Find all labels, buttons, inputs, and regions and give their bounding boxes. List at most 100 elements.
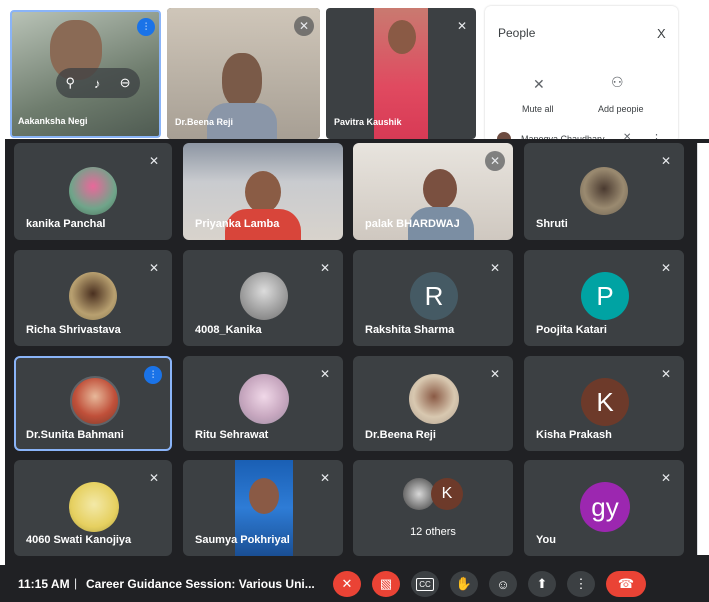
captions-icon: CC [416,577,434,591]
participant-tile-kanika-panchal[interactable]: ✕ kanika Panchal [14,143,172,240]
muted-mic-icon: ✕ [489,367,501,381]
participant-name: Kisha Prakash [536,429,612,441]
participant-photo [239,374,289,424]
participant-photo [240,272,288,320]
raise-hand-button[interactable]: ✋ [450,571,478,597]
muted-mic-icon: ✕ [319,471,331,485]
mic-icon[interactable]: ♪ [94,76,101,91]
participant-tile-beena-top[interactable]: ✕ Dr.Beena Reji [167,8,320,139]
close-icon[interactable]: X [657,26,666,41]
more-options-icon: ⋮ [574,576,588,591]
participant-tile-rakshita[interactable]: ✕ R Rakshita Sharma [353,250,513,346]
participant-name: 4060 Swati Kanojiya [26,534,132,546]
muted-mic-icon: ✕ [148,261,160,275]
speaking-indicator-icon: ⫶ [137,18,155,36]
muted-mic-icon: ✕ [489,261,501,275]
participant-tile-swati[interactable]: ✕ 4060 Swati Kanojiya [14,460,172,556]
participant-tile-4008-kanika[interactable]: ✕ 4008_Kanika [183,250,343,346]
hover-controls: ⚲ ♪ ⊖ [56,68,140,98]
participant-tile-pavitra[interactable]: ✕ Pavitra Kaushik [326,8,476,139]
muted-mic-icon: ✕ [294,16,314,36]
top-strip: ⚲ ♪ ⊖ ⫶ Aakanksha Negi ✕ Dr.Beena Reji ✕… [0,0,709,146]
muted-mic-icon: ✕ [456,19,468,33]
avatar: P [581,272,629,320]
participant-face [222,53,262,108]
muted-mic-icon: ✕ [660,154,672,168]
participant-tile-shruti[interactable]: ✕ Shruti [524,143,684,240]
captions-button[interactable]: CC [411,571,439,597]
participant-face [423,169,457,209]
participant-tile-sunita[interactable]: ⫶ Dr.Sunita Bahmani [14,356,172,451]
participant-name: Dr.Sunita Bahmani [26,429,124,441]
side-panel-edge [697,143,709,555]
participant-tile-beena[interactable]: ✕ Dr.Beena Reji [353,356,513,451]
participant-photo [69,482,119,532]
participant-photo [70,376,120,426]
people-panel: People X ✕ Mute all ⚇ Add peopie Manogya… [485,6,678,146]
bottom-control-bar: 11:15 AM | Career Guidance Session: Vari… [0,565,709,602]
participant-tile-aakanksha[interactable]: ⚲ ♪ ⊖ ⫶ Aakanksha Negi [10,10,161,138]
mic-off-icon: ✕ [341,576,353,591]
participant-name: Saumya Pokhriyal [195,534,290,546]
participant-face [388,20,416,54]
participant-face [249,478,279,514]
participant-face [245,171,281,213]
participant-name: Richa Shrivastava [26,324,121,336]
participant-photo [580,167,628,215]
add-people-icon[interactable]: ⚇ [611,74,624,91]
others-tile[interactable]: K 12 others [353,460,513,556]
participant-name: Dr.Beena Reji [365,429,436,441]
participant-name: Aakanksha Negi [18,116,88,126]
participant-tile-poojita[interactable]: ✕ P Poojita Katari [524,250,684,346]
speaking-indicator-icon: ⫶ [144,366,162,384]
participant-tile-richa[interactable]: ✕ Richa Shrivastava [14,250,172,346]
participant-tile-palak[interactable]: ✕ palak BHARDWAJ [353,143,513,240]
others-count-label: 12 others [410,526,456,538]
avatar: gy [580,482,630,532]
remove-icon[interactable]: ⊖ [120,75,131,91]
microphone-off-button[interactable]: ✕ [333,571,361,597]
participant-photo [69,272,117,320]
more-options-button[interactable]: ⋮ [567,571,595,597]
participant-name: Pavitra Kaushik [334,117,402,127]
camera-off-button[interactable]: ▧ [372,571,400,597]
participant-tile-priyanka[interactable]: Priyanka Lamba [183,143,343,240]
participant-tile-kisha[interactable]: ✕ K Kisha Prakash [524,356,684,451]
muted-mic-icon: ✕ [485,151,505,171]
present-button[interactable]: ⬆ [528,571,556,597]
participant-name: Rakshita Sharma [365,324,455,336]
participant-tile-ritu[interactable]: ✕ Ritu Sehrawat [183,356,343,451]
reactions-button[interactable]: ☺ [489,571,517,597]
avatar: R [410,272,458,320]
participant-name: You [536,534,556,546]
avatar: K [431,478,463,510]
participant-name: Dr.Beena Reji [175,117,234,127]
mute-all-icon[interactable]: ✕ [533,76,545,93]
leave-call-button[interactable]: ☎ [606,571,646,597]
participant-photo [409,374,459,424]
participant-name: Priyanka Lamba [195,218,280,230]
avatar: K [581,378,629,426]
end-call-icon: ☎ [617,576,635,591]
mute-all-label[interactable]: Mute all [522,104,554,114]
muted-mic-icon: ✕ [660,367,672,381]
meeting-time: 11:15 AM [18,577,70,591]
muted-mic-icon: ✕ [319,367,331,381]
people-panel-title: People [498,26,536,40]
camera-off-icon: ▧ [379,576,393,591]
muted-mic-icon: ✕ [319,261,331,275]
participant-tile-you[interactable]: ✕ gy You [524,460,684,556]
meeting-title: Career Guidance Session: Various Uni... [86,577,315,591]
participant-name: Poojita Katari [536,324,607,336]
add-people-label[interactable]: Add peopie [598,104,644,114]
participant-name: Shruti [536,218,568,230]
participant-name: kanika Panchal [26,218,106,230]
participant-tile-saumya[interactable]: ✕ Saumya Pokhriyal [183,460,343,556]
hand-icon: ✋ [455,576,473,591]
pin-icon[interactable]: ⚲ [66,75,76,91]
participant-name: 4008_Kanika [195,324,262,336]
muted-mic-icon: ✕ [660,261,672,275]
muted-mic-icon: ✕ [148,154,160,168]
emoji-icon: ☺ [496,576,510,592]
muted-mic-icon: ✕ [660,471,672,485]
